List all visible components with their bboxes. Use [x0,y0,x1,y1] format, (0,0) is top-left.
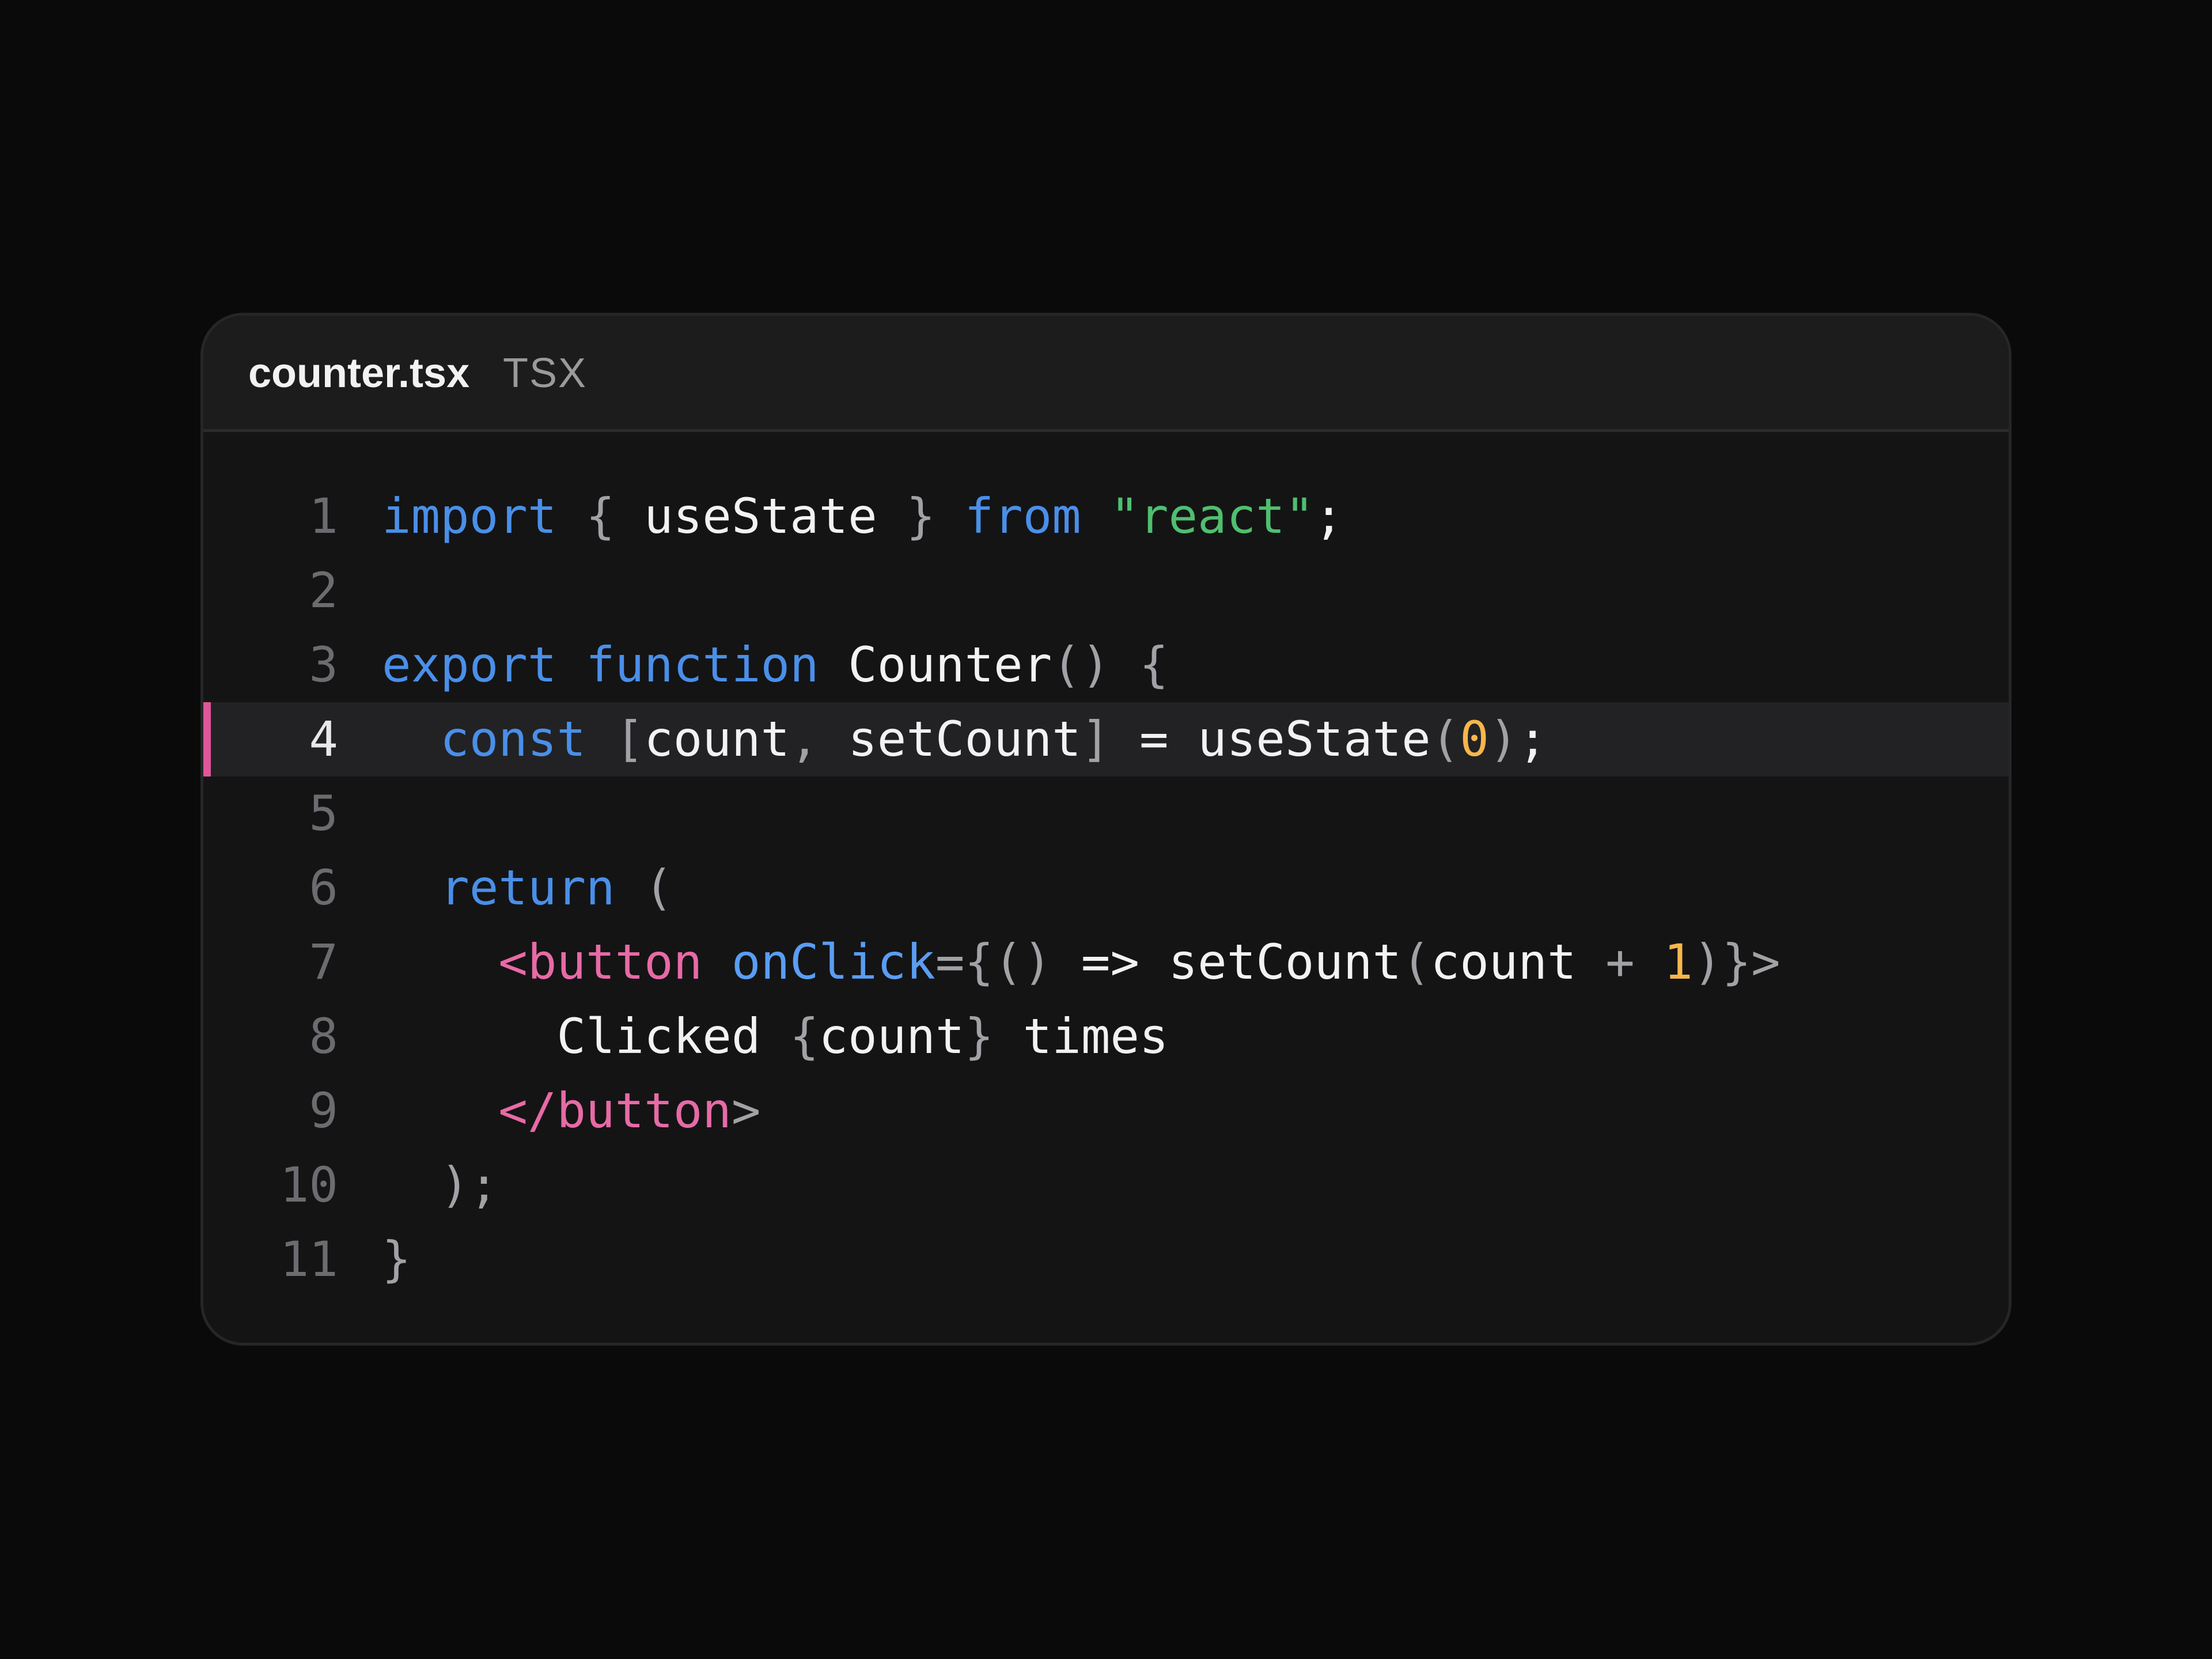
code-token: onClick [731,934,935,990]
code-token: ( [1430,711,1460,767]
code-token: { [556,488,645,544]
code-token: , [790,711,849,767]
line-number: 4 [309,711,338,767]
code-block-card: counter.tsx TSX 1 import { useState } fro… [200,313,2012,1346]
code-text: export function Counter() { [382,628,1168,702]
code-token: <button [498,934,703,990]
code-token: )}> [1692,934,1781,990]
code-token: ( [615,859,673,916]
code-text: import { useState } from "react"; [382,479,1343,554]
code-token: () { [1052,637,1169,693]
code-line[interactable]: 1 import { useState } from "react"; [203,479,2009,554]
code-text: Clicked {count} times [382,999,1168,1074]
code-token: times [994,1008,1169,1065]
code-line[interactable]: 2 [203,554,2009,628]
line-number: 5 [309,785,338,842]
code-line[interactable]: 9 </button> [203,1074,2009,1148]
code-body[interactable]: 1 import { useState } from "react"; 2 3 expo… [203,479,2009,1297]
code-token: } [382,1231,411,1287]
code-text: <button onClick={() => setCount(count + … [382,925,1781,999]
code-line[interactable]: 3 export function Counter() { [203,628,2009,702]
code-text: return ( [382,851,673,925]
code-line[interactable]: 10 ); [203,1148,2009,1222]
line-number: 11 [279,1231,338,1287]
code-token: } [877,488,965,544]
code-token: ; [1518,711,1547,767]
language-label: TSX [503,350,588,396]
code-token: function [586,637,819,693]
code-block-header: counter.tsx TSX [203,316,2009,432]
code-token: { [790,1008,819,1065]
code-token: + [1605,934,1664,990]
code-token: export [382,637,557,693]
line-number: 8 [309,1008,338,1065]
code-token: from [964,488,1081,544]
code-token: return [440,859,615,916]
code-text: const [count, setCount] = useState(0); [382,702,1547,777]
code-line[interactable]: 8 Clicked {count} times [203,999,2009,1074]
code-token: ; [1314,488,1343,544]
code-token: = useState [1139,711,1431,767]
line-number: 3 [309,637,338,693]
code-token: count [644,711,790,767]
code-line[interactable]: 5 [203,777,2009,851]
line-number: 2 [309,562,338,619]
line-number: 1 [309,488,338,544]
code-token: Counter [819,637,1052,693]
code-token: 1 [1664,934,1693,990]
code-token: Clicked [382,1008,790,1065]
code-token: ( [1402,934,1431,990]
code-token: ={() [935,934,1081,990]
code-token: ); [382,1157,499,1213]
code-token: > [731,1082,761,1139]
code-token: count [1430,934,1606,990]
code-text: </button> [382,1074,760,1148]
code-token: ) [1488,711,1518,767]
file-name: counter.tsx [248,350,470,396]
line-number: 10 [279,1157,338,1213]
code-token: import [382,488,557,544]
code-token: </button [498,1082,732,1139]
code-token: count [819,1008,965,1065]
code-token: useState [644,488,877,544]
code-token: "react" [1110,488,1315,544]
code-token: ] [1081,711,1139,767]
line-number: 6 [309,859,338,916]
line-number: 7 [309,934,338,990]
code-token: } [964,1008,994,1065]
line-number: 9 [309,1082,338,1139]
code-token: => setCount [1081,934,1402,990]
code-line[interactable]: 7 <button onClick={() => setCount(count … [203,925,2009,999]
code-text: } [382,1222,411,1297]
code-line[interactable]: 11} [203,1222,2009,1297]
code-token: const [440,711,586,767]
code-token: setCount [848,711,1081,767]
code-token: [ [586,711,645,767]
code-token: 0 [1460,711,1489,767]
code-line[interactable]: 4 const [count, setCount] = useState(0); [203,702,2009,777]
code-text: ); [382,1148,498,1222]
code-line[interactable]: 6 return ( [203,851,2009,925]
